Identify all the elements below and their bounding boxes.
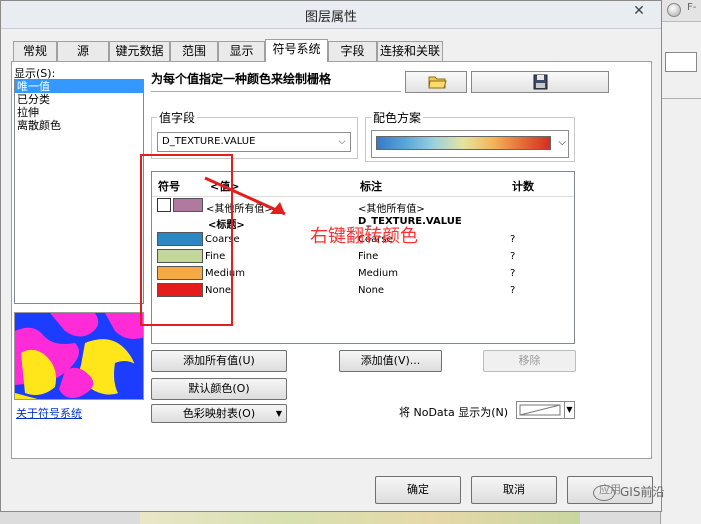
background-map-strip bbox=[140, 510, 580, 524]
row-label: Fine bbox=[358, 251, 379, 262]
add-all-values-button[interactable]: 添加所有值(U) bbox=[151, 350, 287, 372]
close-icon[interactable]: ✕ bbox=[619, 1, 659, 21]
color-ramp-preview bbox=[376, 136, 551, 150]
chevron-down-icon: ⌵ bbox=[338, 137, 346, 147]
open-folder-icon bbox=[428, 76, 447, 89]
background-app-panel: F- bbox=[660, 0, 701, 524]
color-scheme-label: 配色方案 bbox=[371, 109, 424, 126]
dropdown-arrow-icon: ▼ bbox=[275, 409, 282, 418]
row-label: None bbox=[358, 285, 385, 296]
background-globe-icon bbox=[667, 3, 681, 17]
tab-general[interactable]: 常规 bbox=[13, 41, 57, 61]
ok-button[interactable]: 确定 bbox=[375, 476, 461, 504]
row-label: Medium bbox=[358, 268, 398, 279]
tab-source[interactable]: 源 bbox=[57, 41, 109, 61]
annotation-text: 右键翻转颜色 bbox=[310, 226, 418, 247]
about-symbology-link[interactable]: 关于符号系统 bbox=[16, 405, 82, 421]
tab-fields[interactable]: 字段 bbox=[328, 41, 377, 61]
show-list[interactable]: 唯一值 已分类 拉伸 离散颜色 bbox=[14, 79, 144, 304]
tab-extent[interactable]: 范围 bbox=[170, 41, 218, 61]
tab-key-metadata[interactable]: 键元数据 bbox=[109, 41, 170, 61]
colormap-dropdown[interactable]: 色彩映射表(O) ▼ bbox=[151, 404, 287, 423]
save-button[interactable] bbox=[471, 71, 609, 93]
background-input bbox=[665, 52, 697, 72]
annotation-arrow-icon bbox=[204, 176, 286, 216]
watermark-text: GIS前沿 bbox=[620, 485, 665, 499]
tab-display[interactable]: 显示 bbox=[218, 41, 265, 61]
show-item-unique-values[interactable]: 唯一值 bbox=[15, 80, 143, 93]
value-field-label: 值字段 bbox=[157, 109, 198, 126]
add-values-button[interactable]: 添加值(V)... bbox=[339, 350, 442, 372]
value-field-select[interactable]: D_TEXTURE.VALUE ⌵ bbox=[157, 132, 351, 152]
watermark-icon bbox=[593, 485, 615, 501]
tab-joins-relates[interactable]: 连接和关联 bbox=[377, 41, 443, 61]
column-header-label[interactable]: 标注 bbox=[360, 178, 382, 194]
background-text: F- bbox=[687, 2, 697, 13]
background-divider bbox=[661, 98, 701, 99]
row-count: ? bbox=[510, 234, 516, 245]
tab-symbology[interactable]: 符号系统 bbox=[265, 39, 328, 62]
nodata-color-select[interactable]: ▼ bbox=[516, 401, 575, 419]
save-disk-icon bbox=[533, 74, 548, 90]
dialog-title: 图层属性 bbox=[304, 10, 357, 25]
show-item-stretched[interactable]: 拉伸 bbox=[15, 106, 143, 119]
row-count: ? bbox=[510, 251, 516, 262]
title-bar: 图层属性 ✕ bbox=[1, 1, 661, 29]
colormap-label: 色彩映射表(O) bbox=[182, 407, 256, 420]
cancel-button[interactable]: 取消 bbox=[471, 476, 557, 504]
dropdown-arrow-icon: ▼ bbox=[564, 402, 574, 418]
layer-properties-dialog: 图层属性 ✕ 常规 源 键元数据 范围 显示 符号系统 字段 连接和关联 显示(… bbox=[0, 0, 662, 512]
nodata-label: 将 NoData 显示为(N) bbox=[399, 406, 509, 419]
nodata-swatch-icon bbox=[519, 404, 561, 416]
show-item-classified[interactable]: 已分类 bbox=[15, 93, 143, 106]
symbology-heading: 为每个值指定一种颜色来绘制栅格 bbox=[151, 70, 401, 92]
row-count: ? bbox=[510, 268, 516, 279]
value-field-value: D_TEXTURE.VALUE bbox=[162, 136, 256, 147]
background-toolbar: F- bbox=[661, 0, 701, 22]
chevron-down-icon: ⌵ bbox=[558, 137, 566, 148]
symbology-preview-image bbox=[14, 312, 144, 400]
row-count: ? bbox=[510, 285, 516, 296]
color-ramp-select[interactable]: ⌵ bbox=[371, 130, 569, 158]
row-label: <其他所有值> bbox=[358, 204, 425, 215]
column-header-count[interactable]: 计数 bbox=[512, 178, 534, 194]
show-item-discrete-color[interactable]: 离散颜色 bbox=[15, 119, 143, 132]
remove-button[interactable]: 移除 bbox=[483, 350, 576, 372]
open-button[interactable] bbox=[405, 71, 467, 93]
default-colors-button[interactable]: 默认颜色(O) bbox=[151, 378, 287, 400]
